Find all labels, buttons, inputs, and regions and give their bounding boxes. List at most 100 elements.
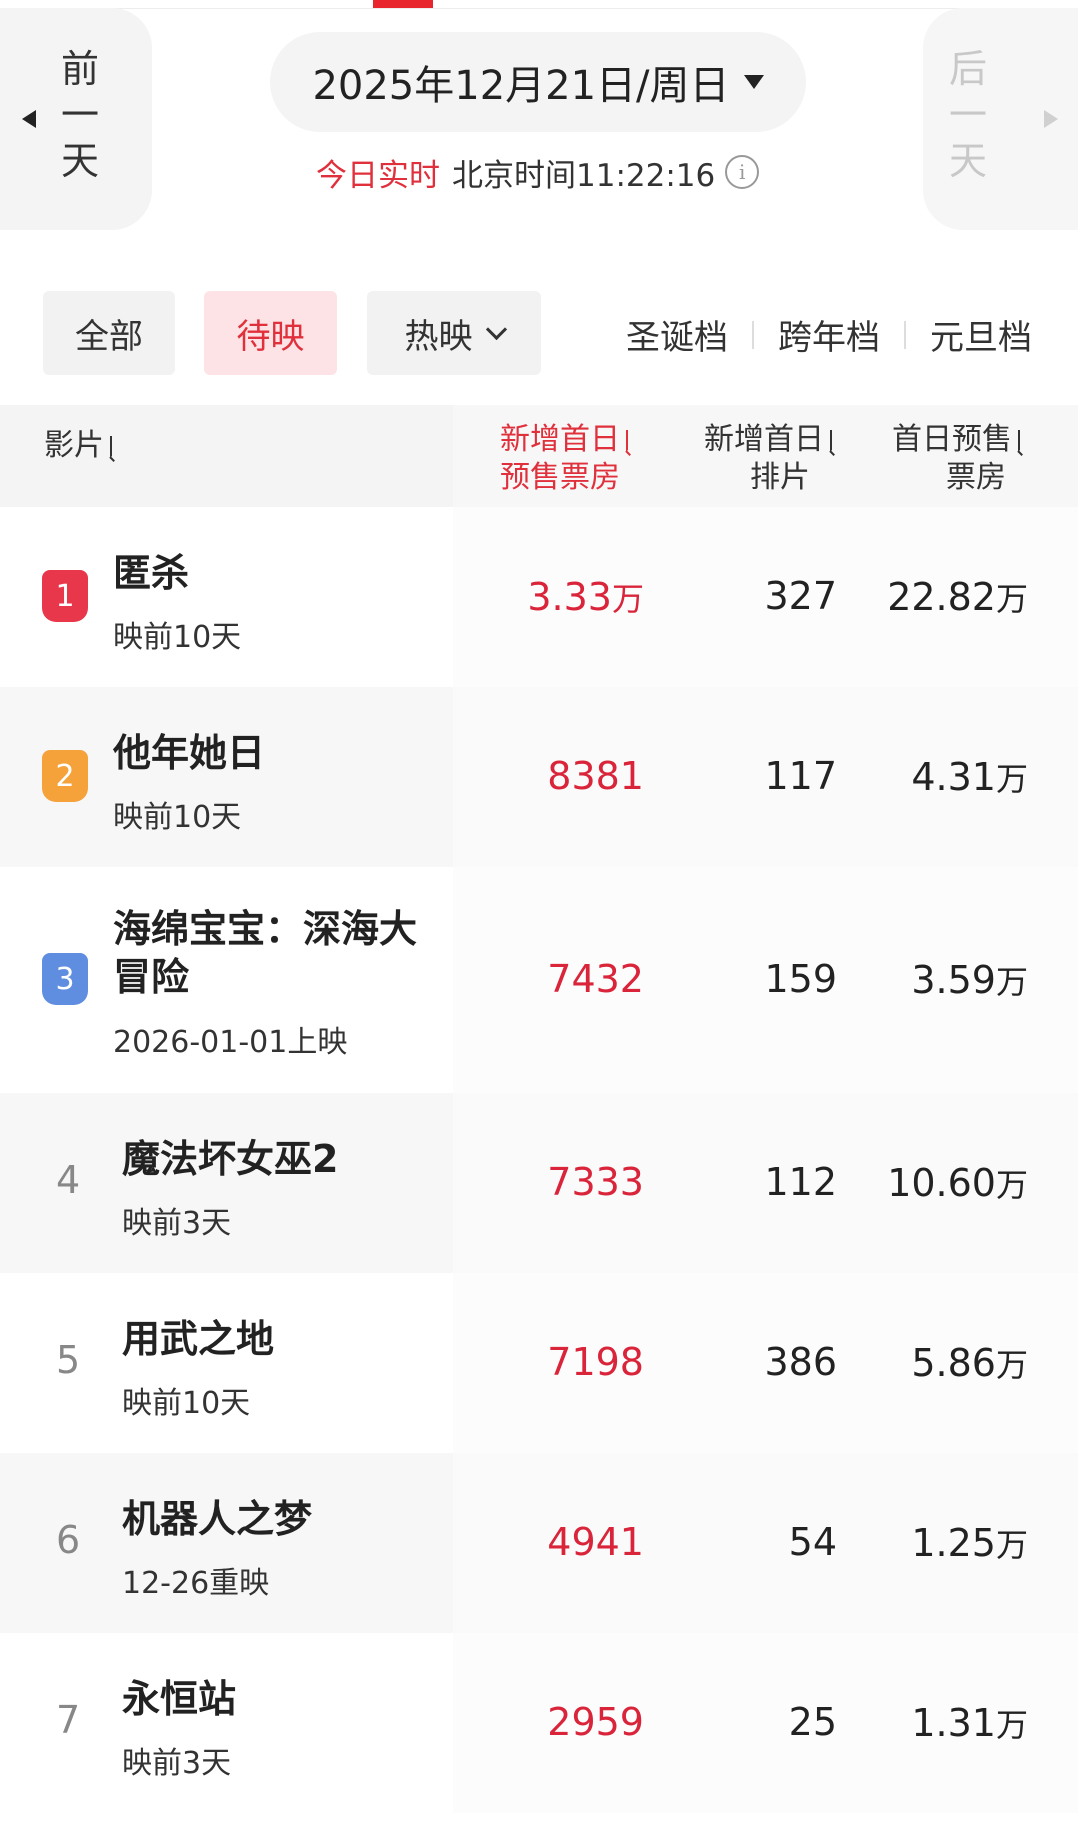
film-release-note: 2026-01-01上映 — [113, 1025, 348, 1060]
season-new-year[interactable]: 元旦档 — [930, 310, 1032, 359]
table-row[interactable]: 7 永恒站 映前3天 2959 25 1.31万 — [0, 1633, 1078, 1813]
first-presale-cell: 1.31万 — [911, 1700, 1028, 1746]
first-presale-cell: 5.86万 — [911, 1340, 1028, 1386]
table-row[interactable]: 1 匿杀 映前10天 3.33万 327 22.82万 — [0, 507, 1078, 687]
new-presale-cell: 8381 — [547, 754, 644, 798]
table-row[interactable]: 4 魔法坏女巫2 映前3天 7333 112 10.60万 — [0, 1093, 1078, 1273]
new-presale-cell: 7333 — [547, 1160, 644, 1204]
new-shows-cell: 112 — [764, 1160, 837, 1204]
date-text: 2025年12月21日/周日 — [312, 63, 730, 109]
film-title: 他年她日 — [113, 731, 266, 775]
unit: 万 — [995, 760, 1028, 798]
prev-day-label: 前 一 天 — [60, 46, 100, 184]
header-label: 预售票房 — [500, 460, 620, 495]
rank-number: 5 — [56, 1338, 81, 1382]
next-day-button[interactable]: 后 一 天 — [923, 8, 1078, 230]
new-presale-value: 7333 — [547, 1160, 644, 1204]
next-day-label: 后 一 天 — [948, 46, 988, 184]
new-shows-cell: 386 — [764, 1340, 837, 1384]
divider — [904, 320, 906, 349]
rank-number: 6 — [56, 1518, 81, 1562]
unit: 万 — [995, 1166, 1028, 1204]
film-release-note: 映前10天 — [113, 620, 242, 655]
header-label: 新增首日 — [500, 422, 620, 457]
realtime-status: 今日实时 北京时间11:22:16 i — [316, 150, 760, 194]
table-row[interactable]: 2 他年她日 映前10天 8381 117 4.31万 — [0, 687, 1078, 867]
unit: 万 — [995, 1706, 1028, 1744]
prev-day-char: 天 — [60, 139, 99, 183]
season-new-year-eve[interactable]: 跨年档 — [778, 310, 880, 359]
first-presale-cell: 22.82万 — [887, 574, 1028, 620]
new-presale-cell: 7432 — [547, 957, 644, 1001]
new-presale-value: 3.33 — [527, 575, 612, 619]
film-release-note: 映前10天 — [113, 800, 242, 835]
header-new-presale[interactable]: 新增首日 预售票房 — [500, 421, 636, 497]
first-presale-value: 4.31 — [911, 755, 996, 799]
next-day-char: 天 — [948, 139, 987, 183]
divider — [752, 320, 754, 349]
first-presale-value: 10.60 — [887, 1161, 996, 1205]
unit: 万 — [995, 1346, 1028, 1384]
header-new-shows[interactable]: 新增首日 排片 — [690, 421, 840, 497]
sort-icon — [1018, 429, 1028, 452]
new-shows-cell: 159 — [764, 957, 837, 1001]
header-film-label: 影片 — [44, 428, 104, 463]
film-title: 用武之地 — [122, 1317, 275, 1361]
unit: 万 — [995, 580, 1028, 618]
rank-badge: 2 — [42, 750, 88, 802]
first-presale-cell: 10.60万 — [887, 1160, 1028, 1206]
header-first-presale[interactable]: 首日预售 票房 — [858, 421, 1028, 497]
new-presale-value: 7432 — [547, 957, 644, 1001]
first-presale-value: 1.25 — [911, 1521, 996, 1565]
table-row[interactable]: 5 用武之地 映前10天 7198 386 5.86万 — [0, 1273, 1078, 1453]
header-label: 排片 — [750, 460, 810, 495]
new-presale-value: 2959 — [547, 1700, 644, 1744]
unit: 万 — [611, 580, 644, 618]
season-filters: 圣诞档 跨年档 元旦档 — [626, 310, 1032, 359]
filter-all[interactable]: 全部 — [43, 291, 175, 375]
filter-upcoming-label: 待映 — [236, 316, 305, 357]
film-title: 机器人之梦 — [122, 1497, 313, 1541]
new-presale-value: 7198 — [547, 1340, 644, 1384]
top-divider — [0, 0, 1078, 9]
date-selector[interactable]: 2025年12月21日/周日 — [270, 32, 806, 132]
sort-icon — [110, 435, 120, 458]
info-icon[interactable]: i — [725, 155, 760, 189]
header-label: 新增首日 — [704, 422, 824, 457]
first-presale-value: 3.59 — [911, 958, 996, 1002]
rank-badge: 3 — [42, 953, 88, 1005]
first-presale-value: 22.82 — [887, 575, 996, 619]
realtime-label: 今日实时 — [316, 157, 440, 194]
prev-day-char: 一 — [60, 93, 99, 137]
new-shows-cell: 25 — [788, 1700, 837, 1744]
next-day-char: 后 — [948, 47, 987, 91]
sort-icon — [626, 429, 636, 452]
caret-down-icon — [743, 75, 764, 89]
first-presale-cell: 3.59万 — [911, 957, 1028, 1003]
filter-upcoming[interactable]: 待映 — [204, 291, 337, 375]
filter-showing-label: 热映 — [404, 316, 473, 357]
new-shows-cell: 54 — [788, 1520, 837, 1564]
table-row[interactable]: 3 海绵宝宝：深海大冒险 2026-01-01上映 7432 159 3.59万 — [0, 867, 1078, 1093]
unit: 万 — [995, 963, 1028, 1001]
rank-number: 4 — [56, 1158, 81, 1202]
film-title: 魔法坏女巫2 — [122, 1137, 339, 1181]
film-title: 永恒站 — [122, 1677, 237, 1721]
season-christmas[interactable]: 圣诞档 — [626, 310, 728, 359]
unit: 万 — [995, 1526, 1028, 1564]
new-presale-cell: 2959 — [547, 1700, 644, 1744]
first-presale-value: 5.86 — [911, 1341, 996, 1385]
table-header: 影片 新增首日 预售票房 新增首日 排片 首日预售 票房 — [0, 405, 1078, 507]
prev-day-button[interactable]: 前 一 天 — [0, 8, 152, 230]
new-presale-cell: 7198 — [547, 1340, 644, 1384]
table-row[interactable]: 6 机器人之梦 12-26重映 4941 54 1.25万 — [0, 1453, 1078, 1633]
film-title: 匿杀 — [113, 551, 190, 595]
triangle-right-icon — [1044, 110, 1058, 128]
film-release-note: 映前3天 — [122, 1206, 232, 1241]
chevron-down-icon — [485, 318, 507, 340]
film-release-note: 12-26重映 — [122, 1566, 270, 1601]
filter-showing[interactable]: 热映 — [367, 291, 541, 375]
rank-badge: 1 — [42, 570, 88, 622]
header-film[interactable]: 影片 — [44, 427, 120, 465]
film-title: 海绵宝宝：深海大冒险 — [113, 907, 418, 999]
